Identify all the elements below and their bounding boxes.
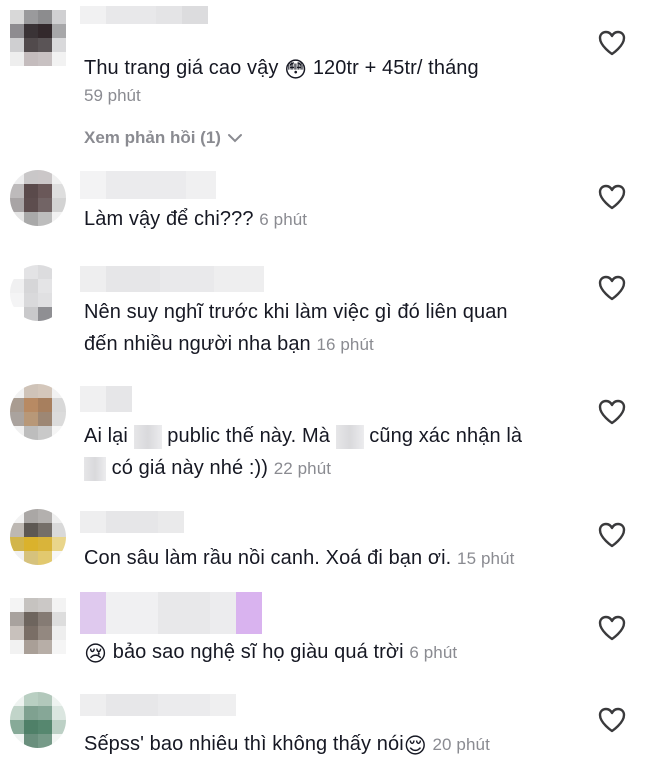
comment-item: Nên suy nghĩ trước khi làm việc gì đó li… xyxy=(0,260,650,375)
view-replies-button[interactable]: Xem phản hồi (1) xyxy=(84,128,243,148)
like-heart-icon[interactable] xyxy=(596,612,628,644)
comment-text: 😢 bảo sao nghệ sĩ họ giàu quá trời 6 phú… xyxy=(84,641,458,666)
censored-mosaic xyxy=(133,424,162,449)
like-heart-icon[interactable] xyxy=(596,181,628,213)
timestamp: 16 phút xyxy=(316,335,374,354)
comment-item: Ai lại public thế này. Mà cũng xác nhận … xyxy=(0,380,650,500)
comment-text: Ai lại public thế này. Mà cũng xác nhận … xyxy=(84,424,523,481)
avatar[interactable] xyxy=(10,598,66,654)
timestamp: 15 phút xyxy=(457,549,515,568)
avatar[interactable] xyxy=(10,384,66,440)
flushed-face-emoji: 😳 xyxy=(284,57,308,82)
relieved-face-emoji: 😌 xyxy=(403,733,427,758)
comment-item: Làm vậy để chi??? 6 phút xyxy=(0,165,650,255)
username[interactable] xyxy=(80,386,132,412)
username[interactable] xyxy=(80,6,208,24)
username[interactable] xyxy=(80,511,184,533)
comment-item: Sếpss' bao nhiêu thì không thấy nói😌 20 … xyxy=(0,688,650,769)
timestamp: 20 phút xyxy=(432,735,490,754)
like-heart-icon[interactable] xyxy=(596,272,628,304)
crying-face-emoji: 😢 xyxy=(84,641,108,666)
like-heart-icon[interactable] xyxy=(596,519,628,551)
like-heart-icon[interactable] xyxy=(596,396,628,428)
avatar[interactable] xyxy=(10,509,66,565)
comment-text: Thu trang giá cao vậy 😳 120tr + 45tr/ th… xyxy=(84,57,479,82)
comment-text: Sếpss' bao nhiêu thì không thấy nói😌 20 … xyxy=(84,733,490,758)
comment-item: Thu trang giá cao vậy 😳 120tr + 45tr/ th… xyxy=(0,0,650,160)
username[interactable] xyxy=(80,266,264,292)
comment-item: Con sâu làm rầu nồi canh. Xoá đi bạn ơi.… xyxy=(0,505,650,595)
timestamp: 6 phút xyxy=(259,210,308,229)
avatar[interactable] xyxy=(10,692,66,748)
timestamp: 6 phút xyxy=(409,643,458,662)
like-heart-icon[interactable] xyxy=(596,704,628,736)
comment-item: 😢 bảo sao nghệ sĩ họ giàu quá trời 6 phú… xyxy=(0,590,650,685)
chevron-down-icon xyxy=(227,134,242,143)
comment-text: Làm vậy để chi??? 6 phút xyxy=(84,208,308,230)
avatar[interactable] xyxy=(10,10,66,66)
comment-text: Nên suy nghĩ trước khi làm việc gì đó li… xyxy=(84,301,508,355)
like-heart-icon[interactable] xyxy=(596,27,628,59)
username[interactable] xyxy=(80,171,216,199)
comment-text: Con sâu làm rầu nồi canh. Xoá đi bạn ơi.… xyxy=(84,547,515,569)
censored-mosaic xyxy=(84,456,106,481)
username[interactable] xyxy=(80,592,262,634)
username[interactable] xyxy=(80,694,236,716)
censored-mosaic xyxy=(335,424,364,449)
timestamp: 59 phút xyxy=(84,86,141,105)
timestamp: 22 phút xyxy=(273,459,332,478)
avatar[interactable] xyxy=(10,265,66,321)
avatar[interactable] xyxy=(10,170,66,226)
